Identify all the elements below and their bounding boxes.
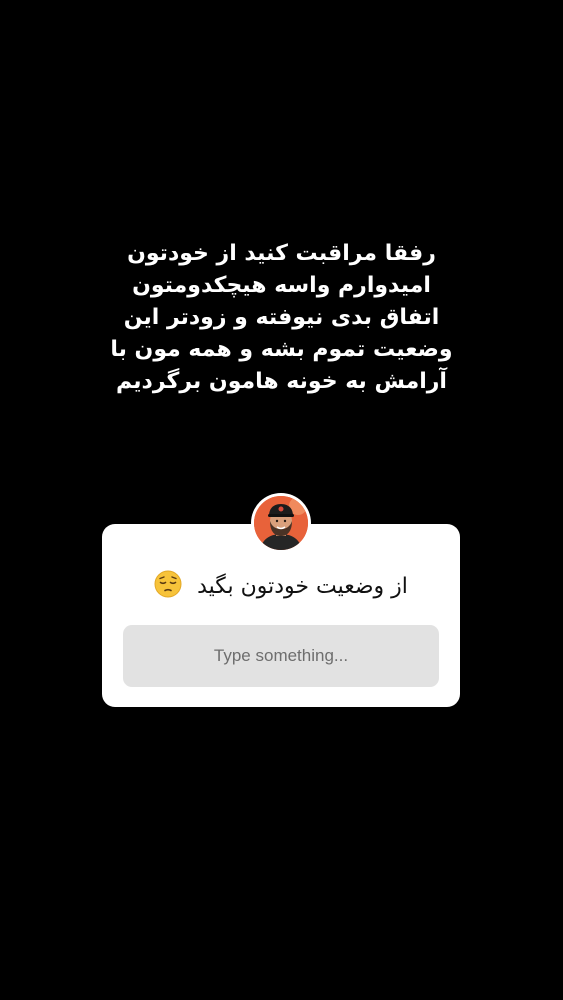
answer-input[interactable]: Type something... xyxy=(123,625,439,687)
story-line: رفقا مراقبت کنید از خودتون xyxy=(127,241,436,266)
profile-avatar-icon xyxy=(254,496,308,550)
story-line: امیدوارم واسه هیچکدومتون xyxy=(132,273,431,298)
story-line: وضعیت تموم بشه و همه مون با xyxy=(110,337,453,362)
question-text: از وضعیت خودتون بگید xyxy=(197,574,408,599)
answer-placeholder: Type something... xyxy=(213,646,349,665)
story-text: رفقا مراقبت کنید از خودتون امیدوارم واسه… xyxy=(60,238,503,398)
avatar xyxy=(251,493,311,553)
story-line: اتفاق بدی نیوفته و زودتر این xyxy=(123,305,440,330)
question-row: از وضعیت خودتون بگید xyxy=(102,570,460,604)
pensive-face-emoji-icon xyxy=(154,570,182,604)
story-line: آرامش به خونه هامون برگردیم xyxy=(116,369,447,394)
